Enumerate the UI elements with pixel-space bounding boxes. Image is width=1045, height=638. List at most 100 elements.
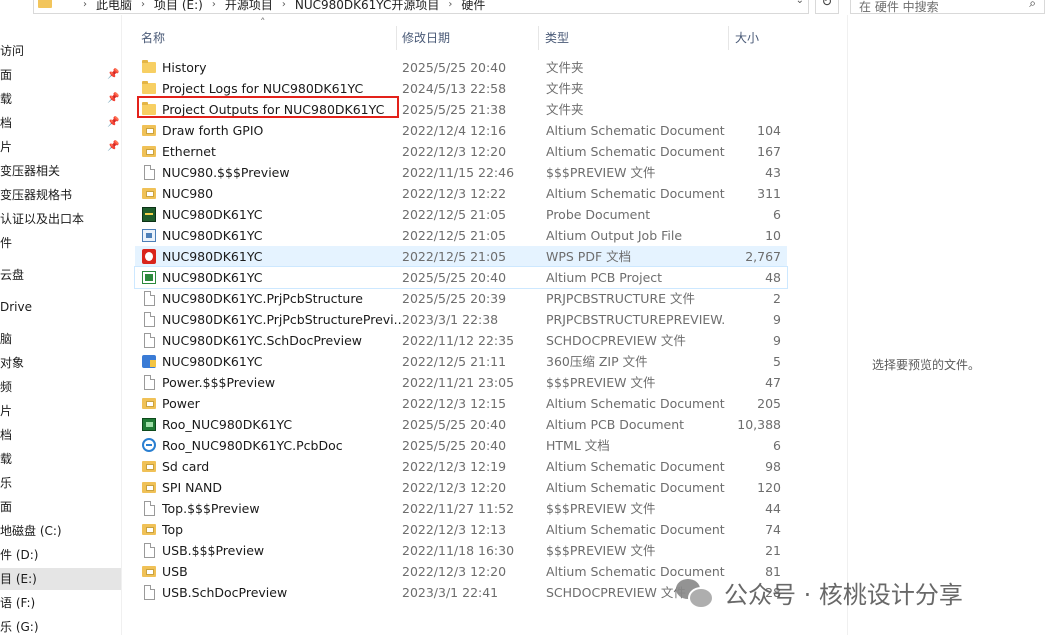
- breadcrumb-item[interactable]: 此电脑: [96, 0, 132, 13]
- file-name: USB.$$$Preview: [162, 543, 265, 558]
- nav-item[interactable]: 对象: [0, 352, 121, 374]
- nav-item-label: 脑: [0, 332, 13, 346]
- table-row[interactable]: NUC980DK61YC.SchDocPreview 2022/11/12 22:…: [135, 330, 787, 351]
- file-size: 43: [765, 165, 781, 180]
- table-row[interactable]: NUC980 2022/12/3 12:22 Altium Schematic Do…: [135, 183, 787, 204]
- nav-item[interactable]: 档: [0, 424, 121, 446]
- table-row[interactable]: Power.$$$Preview 2022/11/21 23:05 $$$PREVI…: [135, 372, 787, 393]
- table-row[interactable]: NUC980DK61YC.PrjPcbStructure 2025/5/25 20…: [135, 288, 787, 309]
- nav-item[interactable]: 频: [0, 376, 121, 398]
- nav-item[interactable]: 面 📌: [0, 64, 121, 86]
- nav-item[interactable]: 件: [0, 232, 121, 254]
- column-divider[interactable]: [396, 26, 397, 50]
- table-row[interactable]: NUC980.$$$Preview 2022/11/15 22:46 $$$PREV…: [135, 162, 787, 183]
- file-date: 2022/11/21 23:05: [402, 375, 515, 390]
- table-row[interactable]: NUC980DK61YC 2025/5/25 20:40 Altium PCB Pr…: [134, 266, 788, 289]
- file-date: 2024/5/13 22:58: [402, 81, 507, 96]
- nav-item[interactable]: 载 📌: [0, 88, 121, 110]
- file-date: 2022/12/5 21:05: [402, 207, 507, 222]
- file-date: 2022/12/3 12:13: [402, 522, 507, 537]
- table-row[interactable]: Power 2022/12/3 12:15 Altium Schematic Doc…: [135, 393, 787, 414]
- nav-item[interactable]: 云盘: [0, 264, 121, 286]
- breadcrumb-item[interactable]: 硬件: [461, 0, 485, 13]
- table-row[interactable]: Top 2022/12/3 12:13 Altium Schematic Docum…: [135, 519, 787, 540]
- nav-item[interactable]: 脑: [0, 328, 121, 350]
- file-date: 2022/12/5 21:05: [402, 249, 507, 264]
- table-row[interactable]: History 2025/5/25 20:40 文件夹: [135, 57, 787, 78]
- pin-icon[interactable]: 📌: [107, 112, 119, 134]
- address-bar[interactable]: › 此电脑 › 项目 (E:) › 开源项目 › NUC980DK61YC开源项…: [33, 0, 809, 14]
- address-toolbar: › 此电脑 › 项目 (E:) › 开源项目 › NUC980DK61YC开源项…: [0, 0, 1045, 15]
- column-header-name[interactable]: 名称: [141, 26, 165, 50]
- table-row[interactable]: NUC980DK61YC 2022/12/5 21:11 360压缩 ZIP 文件 5: [135, 351, 787, 372]
- pane-divider[interactable]: [121, 15, 122, 635]
- nav-item[interactable]: 载: [0, 448, 121, 470]
- nav-item-drive[interactable]: 件 (D:): [0, 544, 121, 566]
- chevron-down-icon[interactable]: ⌄: [796, 0, 804, 6]
- file-name: Roo_NUC980DK61YC.PcbDoc: [162, 438, 343, 453]
- table-row[interactable]: Top.$$$Preview 2022/11/27 11:52 $$$PREVIEW…: [135, 498, 787, 519]
- nav-item[interactable]: 档 📌: [0, 112, 121, 134]
- nav-item[interactable]: 面: [0, 496, 121, 518]
- breadcrumb-item[interactable]: NUC980DK61YC开源项目: [295, 0, 439, 13]
- chevron-right-icon: ›: [211, 0, 216, 10]
- table-row[interactable]: Roo_NUC980DK61YC 2025/5/25 20:40 Altium PC…: [135, 414, 787, 435]
- table-row[interactable]: NUC980DK61YC 2022/12/5 21:05 WPS PDF 文档 2,7…: [135, 246, 787, 267]
- nav-item[interactable]: 变压器相关: [0, 160, 121, 182]
- nav-item[interactable]: 乐: [0, 472, 121, 494]
- file-name: USB.SchDocPreview: [162, 585, 288, 600]
- nav-item[interactable]: 变压器规格书: [0, 184, 121, 206]
- column-divider[interactable]: [538, 26, 539, 50]
- file-size: 6: [773, 438, 781, 453]
- file-type: Altium PCB Project: [546, 270, 663, 285]
- table-row[interactable]: SPI NAND 2022/12/3 12:20 Altium Schematic …: [135, 477, 787, 498]
- nav-item-drive[interactable]: 目 (E:): [0, 568, 121, 590]
- table-row[interactable]: USB.$$$Preview 2022/11/18 16:30 $$$PREVIEW…: [135, 540, 787, 561]
- pane-divider[interactable]: [847, 15, 848, 635]
- file-name: NUC980DK61YC: [162, 207, 263, 222]
- table-row[interactable]: Ethernet 2022/12/3 12:20 Altium Schematic …: [135, 141, 787, 162]
- breadcrumb-item[interactable]: 开源项目: [225, 0, 273, 13]
- breadcrumb-item[interactable]: 项目 (E:): [154, 0, 203, 13]
- column-header-size[interactable]: 大小: [735, 26, 759, 50]
- refresh-button[interactable]: ↻: [815, 0, 839, 14]
- column-divider[interactable]: [728, 26, 729, 50]
- file-date: 2022/11/12 22:35: [402, 333, 515, 348]
- nav-item[interactable]: 片: [0, 400, 121, 422]
- nav-item-drive[interactable]: 语 (F:): [0, 592, 121, 614]
- file-name: NUC980DK61YC: [162, 228, 263, 243]
- file-icon: [141, 165, 157, 180]
- nav-item-label: 目 (E:): [0, 572, 37, 586]
- table-row[interactable]: NUC980DK61YC 2022/12/5 21:05 Probe Documen…: [135, 204, 787, 225]
- table-row[interactable]: Sd card 2022/12/3 12:19 Altium Schematic D…: [135, 456, 787, 477]
- column-header-date[interactable]: 修改日期: [402, 26, 450, 50]
- nav-item-label: 载: [0, 452, 13, 466]
- nav-item[interactable]: 认证以及出口本: [0, 208, 121, 230]
- pin-icon[interactable]: 📌: [107, 88, 119, 110]
- file-date: 2022/12/4 12:16: [402, 123, 507, 138]
- column-header-type[interactable]: 类型: [545, 26, 569, 50]
- table-row[interactable]: Roo_NUC980DK61YC.PcbDoc 2025/5/25 20:40 HT…: [135, 435, 787, 456]
- file-type: 文件夹: [546, 81, 584, 96]
- file-size: 10: [765, 228, 781, 243]
- nav-item-label: 访问: [0, 44, 25, 58]
- table-row[interactable]: Project Logs for NUC980DK61YC 2024/5/13 2…: [135, 78, 787, 99]
- file-type: Altium Schematic Document: [546, 123, 725, 138]
- file-date: 2025/5/25 20:40: [402, 270, 507, 285]
- nav-item[interactable]: 访问: [0, 40, 121, 62]
- table-row[interactable]: NUC980DK61YC.PrjPcbStructurePrevi... 2023…: [135, 309, 787, 330]
- file-name: Sd card: [162, 459, 210, 474]
- table-row[interactable]: Project Outputs for NUC980DK61YC 2025/5/2…: [135, 99, 787, 120]
- nav-item[interactable]: Drive: [0, 296, 121, 318]
- pin-icon[interactable]: 📌: [107, 136, 119, 158]
- nav-item-label: 变压器相关: [0, 164, 61, 178]
- nav-item-drive[interactable]: 地磁盘 (C:): [0, 520, 121, 542]
- pin-icon[interactable]: 📌: [107, 64, 119, 86]
- file-size: 311: [757, 186, 781, 201]
- file-date: 2023/3/1 22:38: [402, 312, 499, 327]
- search-input[interactable]: 在 硬件 中搜索 ⌕: [850, 0, 1045, 14]
- table-row[interactable]: Draw forth GPIO 2022/12/4 12:16 Altium Sch…: [135, 120, 787, 141]
- table-row[interactable]: NUC980DK61YC 2022/12/5 21:05 Altium Output…: [135, 225, 787, 246]
- nav-item[interactable]: 片 📌: [0, 136, 121, 158]
- file-type: Altium Schematic Document: [546, 522, 725, 537]
